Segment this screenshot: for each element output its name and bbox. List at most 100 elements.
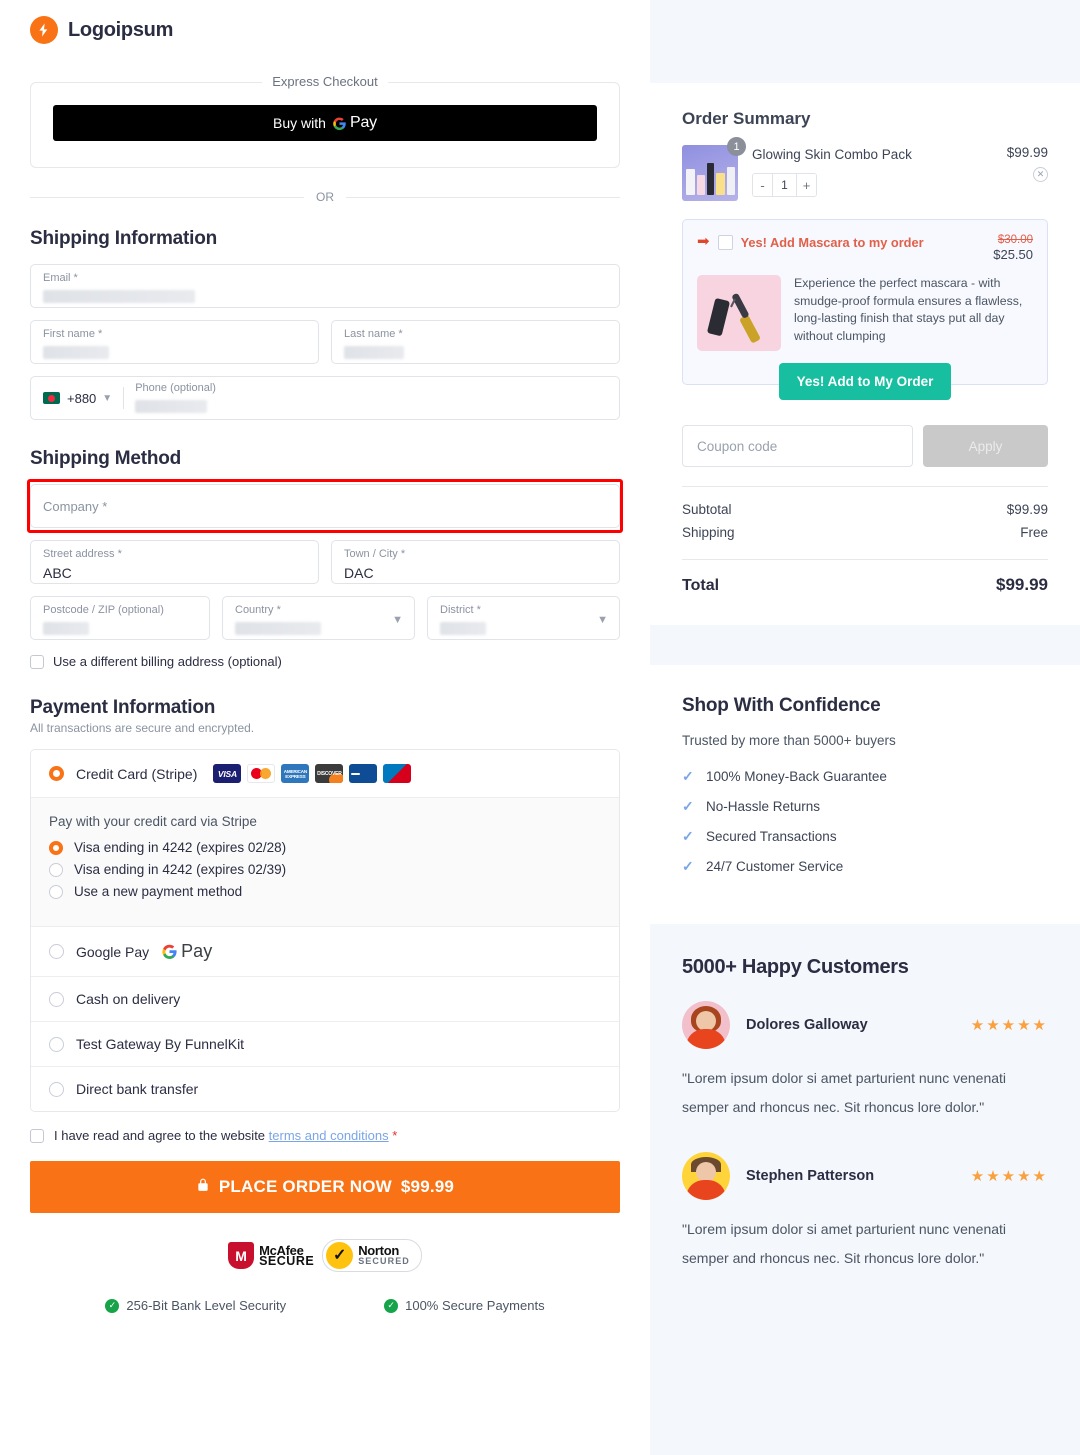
buy-with-gpay-button[interactable]: Buy with Pay xyxy=(53,105,597,141)
chevron-down-icon[interactable]: ▼ xyxy=(597,614,608,626)
terms-agreement-row[interactable]: I have read and agree to the website ter… xyxy=(30,1128,620,1143)
quantity-badge: 1 xyxy=(727,137,746,156)
postcode-field[interactable]: Postcode / ZIP (optional) xyxy=(30,596,210,640)
checkout-form-column: Logoipsum Express Checkout Buy with Pay … xyxy=(0,0,650,1455)
terms-checkbox[interactable] xyxy=(30,1128,44,1143)
confidence-item: ✓ No-Hassle Returns xyxy=(682,798,1048,815)
saved-card-option-1[interactable]: Visa ending in 4242 (expires 02/28) xyxy=(49,840,601,855)
norton-check-icon: ✓ xyxy=(326,1242,354,1269)
street-address-field[interactable]: Street address * ABC xyxy=(30,540,319,584)
google-pay-icon: Pay xyxy=(161,941,212,962)
subtotal-value: $99.99 xyxy=(1006,502,1048,517)
chevron-down-icon[interactable]: ▼ xyxy=(102,393,112,404)
billing-address-checkbox-row[interactable]: Use a different billing address (optiona… xyxy=(30,654,620,669)
mascara-product-image xyxy=(697,275,781,351)
street-address-value: ABC xyxy=(43,565,72,581)
apply-coupon-button[interactable]: Apply xyxy=(923,425,1048,467)
testimonials-title: 5000+ Happy Customers xyxy=(682,956,909,978)
upsell-new-price: $25.50 xyxy=(993,247,1033,262)
phone-input[interactable]: Phone (optional) xyxy=(135,379,607,418)
gpay-wordmark: Pay xyxy=(349,114,377,131)
first-name-label: First name * xyxy=(43,328,103,340)
site-logo[interactable]: Logoipsum xyxy=(0,0,650,44)
country-select[interactable]: Country * ▼ xyxy=(222,596,415,640)
billing-address-label: Use a different billing address (optiona… xyxy=(53,654,282,669)
payment-method-label: Direct bank transfer xyxy=(76,1081,199,1097)
use-new-payment-method-option[interactable]: Use a new payment method xyxy=(49,884,601,899)
check-icon: ✓ xyxy=(682,798,694,814)
payment-method-bank-transfer[interactable]: Direct bank transfer xyxy=(31,1066,619,1111)
place-order-label: PLACE ORDER NOW xyxy=(218,1177,392,1196)
mastercard-icon xyxy=(247,764,276,783)
norton-label: Norton xyxy=(358,1242,399,1258)
order-summary-card: Order Summary 1 Glowing Skin Combo Pack xyxy=(650,83,1080,625)
saved-card-option-2[interactable]: Visa ending in 4242 (expires 02/39) xyxy=(49,862,601,877)
upsell-title: Yes! Add Mascara to my order xyxy=(740,235,924,250)
quantity-stepper[interactable]: - 1 + xyxy=(752,173,817,197)
shipping-value: Free xyxy=(1020,525,1048,540)
place-order-button[interactable]: PLACE ORDER NOW $99.99 xyxy=(30,1161,620,1213)
stripe-panel-title: Pay with your credit card via Stripe xyxy=(49,814,257,829)
last-name-value-redacted xyxy=(344,346,404,359)
payment-method-test-gateway[interactable]: Test Gateway By FunnelKit xyxy=(31,1021,619,1066)
lock-icon xyxy=(196,1177,210,1198)
check-icon: ✓ xyxy=(682,858,694,874)
totals-divider-top xyxy=(682,486,1048,487)
payment-methods-list: Credit Card (Stripe) VISA AMERICAN EXPRES… xyxy=(30,749,620,1112)
email-field[interactable]: Email * xyxy=(30,264,620,308)
payment-information-heading: Payment Information xyxy=(30,697,216,718)
upsell-prices: $30.00 $25.50 xyxy=(993,234,1033,262)
gpay-button-prefix: Buy with xyxy=(273,115,326,131)
email-value-redacted xyxy=(43,290,195,303)
payment-method-google-pay[interactable]: Google Pay Pay xyxy=(31,926,619,976)
email-label: Email * xyxy=(43,272,78,284)
quantity-decrease-button[interactable]: - xyxy=(753,174,772,196)
bangladesh-flag-icon xyxy=(43,392,60,404)
payment-method-credit-card[interactable]: Credit Card (Stripe) VISA AMERICAN EXPRES… xyxy=(31,750,619,797)
phone-country-code: +880 xyxy=(67,390,97,406)
last-name-label: Last name * xyxy=(344,328,403,340)
totals-divider-bottom xyxy=(682,559,1048,560)
confidence-item-label: Secured Transactions xyxy=(706,829,837,844)
payment-method-cash-on-delivery[interactable]: Cash on delivery xyxy=(31,976,619,1021)
card-brand-icons: VISA AMERICAN EXPRESS DISCOVER xyxy=(213,764,412,783)
upsell-checkbox[interactable] xyxy=(717,235,733,250)
testimonial-author: Stephen Patterson xyxy=(746,1168,875,1184)
radio-icon[interactable] xyxy=(49,1081,64,1097)
billing-address-checkbox[interactable] xyxy=(30,654,44,669)
district-select[interactable]: District * ▼ xyxy=(427,596,620,640)
avatar xyxy=(682,1001,730,1049)
radio-selected-icon[interactable] xyxy=(49,840,63,855)
city-field[interactable]: Town / City * DAC xyxy=(331,540,620,584)
radio-icon[interactable] xyxy=(49,944,64,959)
check-circle-icon: ✓ xyxy=(384,1298,399,1313)
mcafee-secure-badge: M McAfee SECURE xyxy=(228,1242,314,1269)
remove-item-icon[interactable]: ✕ xyxy=(1033,167,1048,182)
quantity-increase-button[interactable]: + xyxy=(797,174,816,196)
company-field[interactable]: Company * xyxy=(30,484,620,528)
product-thumbnail-wrap: 1 xyxy=(682,137,746,201)
radio-selected-icon[interactable] xyxy=(49,766,64,781)
order-summary-title: Order Summary xyxy=(682,109,811,128)
phone-field[interactable]: +880 ▼ Phone (optional) xyxy=(30,376,620,420)
jcb-icon xyxy=(349,764,378,783)
coupon-input[interactable]: Coupon code xyxy=(682,425,913,467)
first-name-field[interactable]: First name * xyxy=(30,320,319,364)
total-label: Total xyxy=(682,577,720,594)
last-name-field[interactable]: Last name * xyxy=(331,320,620,364)
chevron-down-icon[interactable]: ▼ xyxy=(392,614,403,626)
company-label: Company * xyxy=(43,499,108,514)
testimonial-item: Stephen Patterson ★★★★★ "Lorem ipsum dol… xyxy=(682,1152,1048,1273)
radio-icon[interactable] xyxy=(49,862,63,877)
upsell-add-button[interactable]: Yes! Add to My Order xyxy=(778,363,952,400)
upsell-description: Experience the perfect mascara - with sm… xyxy=(794,276,1023,343)
postcode-label: Postcode / ZIP (optional) xyxy=(43,604,164,616)
radio-icon[interactable] xyxy=(49,991,64,1007)
total-row: Total $99.99 xyxy=(682,575,1048,595)
star-rating-icon: ★★★★★ xyxy=(970,1017,1048,1034)
gpay-wordmark: Pay xyxy=(181,941,213,961)
terms-and-conditions-link[interactable]: terms and conditions xyxy=(269,1128,389,1143)
norton-sublabel: SECURED xyxy=(358,1255,410,1266)
radio-icon[interactable] xyxy=(49,884,63,899)
radio-icon[interactable] xyxy=(49,1036,64,1052)
